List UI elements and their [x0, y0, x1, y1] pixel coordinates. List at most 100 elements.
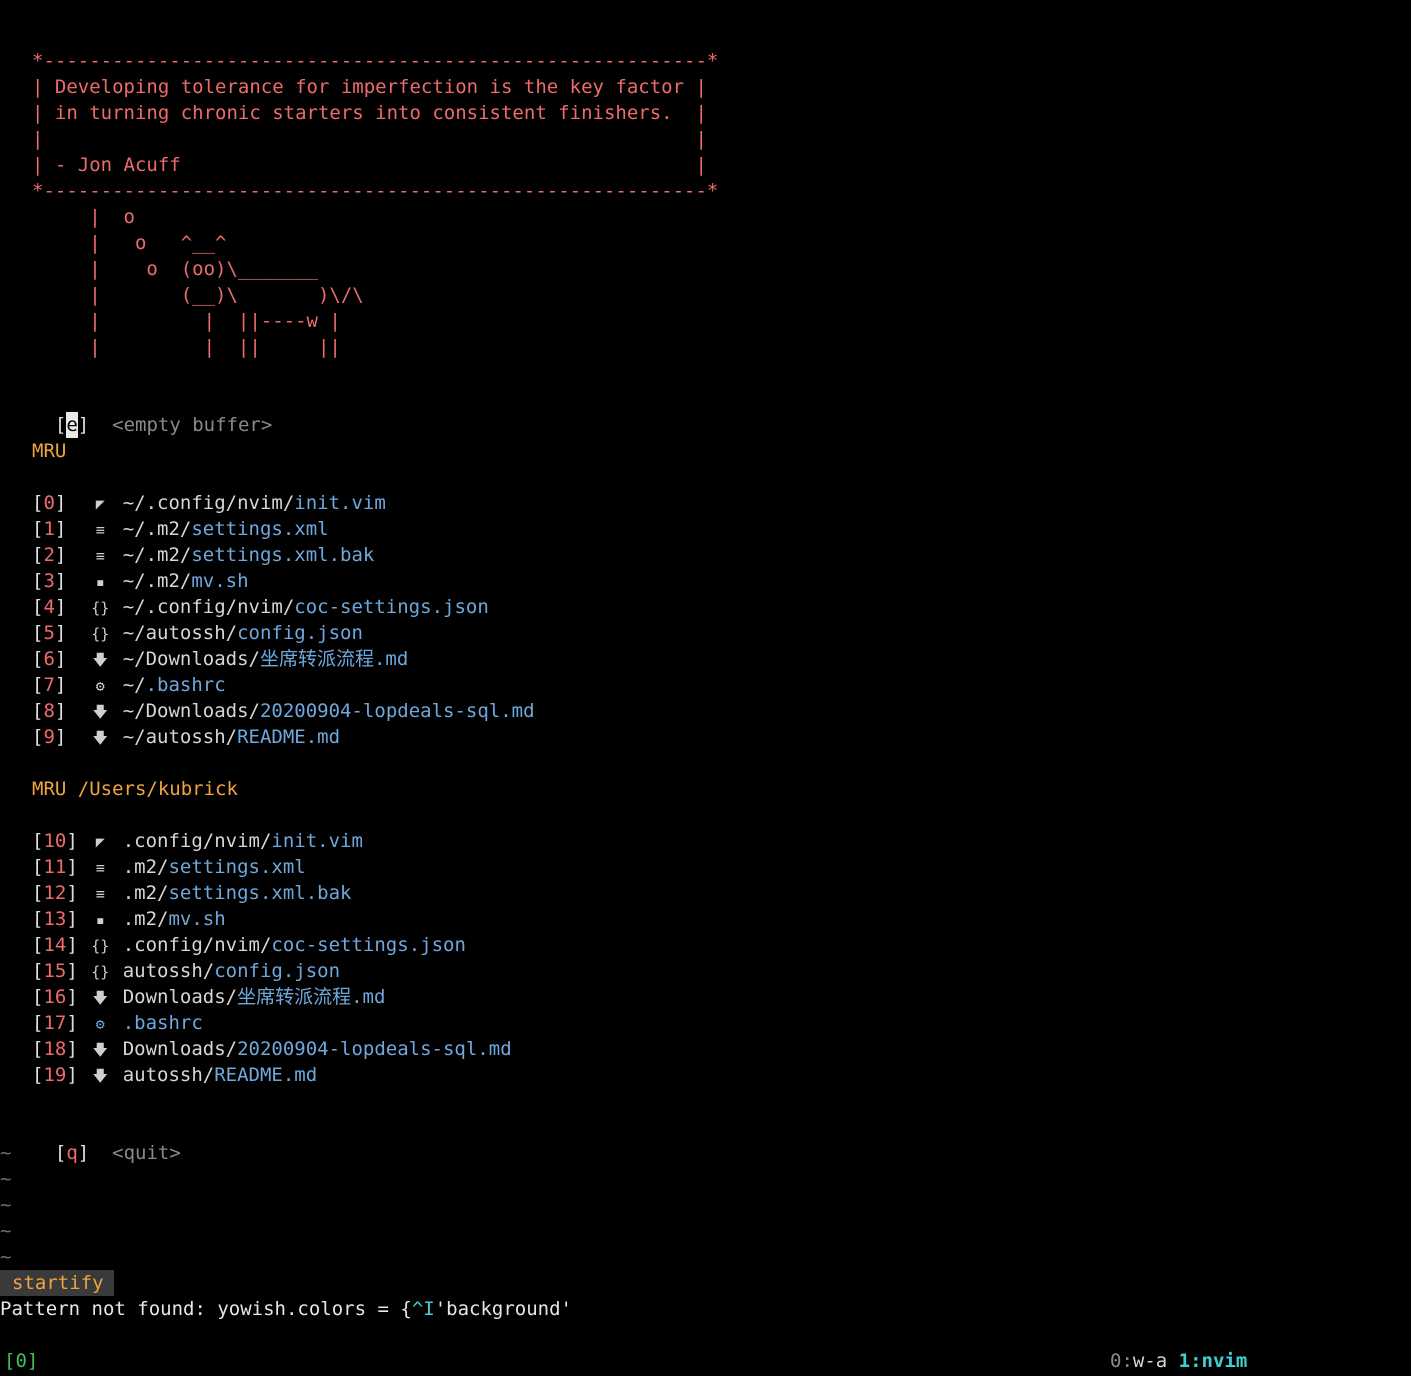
mru-entry[interactable]: [17] ⚙ .bashrc	[32, 1010, 203, 1036]
mru-entry-dir: .m2/	[122, 908, 169, 930]
tmux-window-1-active[interactable]: 1:nvim	[1179, 1350, 1248, 1372]
mru-entry-index: 18	[43, 1038, 67, 1060]
mru-entry[interactable]: [15] {} autossh/config.json	[32, 958, 340, 984]
mru-entry-filename: 20200904-lopdeals-sql.md	[237, 1038, 512, 1060]
empty-line-tilde: ~	[0, 1168, 12, 1190]
mru-entry-filename: settings.xml	[191, 518, 329, 540]
cowsay-line: | o	[32, 206, 135, 228]
mru-entry-filename: settings.xml.bak	[191, 544, 375, 566]
mru-entry[interactable]: [5] {} ~/autossh/config.json	[32, 620, 363, 646]
mru-entry-dir: ~/Downloads/	[122, 648, 260, 670]
mru-entry[interactable]: [13] ▪ .m2/mv.sh	[32, 906, 226, 932]
mru-entry-index: 2	[43, 544, 55, 566]
mru-entry[interactable]: [12] ≡ .m2/settings.xml.bak	[32, 880, 352, 906]
cowsay-line: | o (oo)\_______	[32, 258, 318, 280]
mru-entry-dir: Downloads/	[122, 1038, 238, 1060]
tmux-window-0-index[interactable]: 0:	[1110, 1350, 1133, 1372]
mru-entry-index: 9	[43, 726, 55, 748]
mru-entry[interactable]: [8] 🡇 ~/Downloads/20200904-lopdeals-sql.…	[32, 698, 535, 724]
mru-entry[interactable]: [11] ≡ .m2/settings.xml	[32, 854, 306, 880]
braces-icon: {}	[91, 963, 110, 981]
quote-line: | in turning chronic starters into consi…	[32, 102, 707, 124]
message-suffix: 'background'	[434, 1298, 572, 1320]
markdown-arrow-icon: 🡇	[92, 651, 108, 669]
mru-entry[interactable]: [19] 🡇 autossh/README.md	[32, 1062, 317, 1088]
mru-entry-index: 6	[43, 648, 55, 670]
command-message: Pattern not found: yowish.colors = {^I'b…	[0, 1296, 572, 1322]
quote-author: | - Jon Acuff |	[32, 154, 707, 176]
markdown-arrow-icon: 🡇	[92, 703, 108, 721]
gear-icon: ⚙	[95, 677, 105, 695]
tmux-status-bar: [0] 0:w-a 1:nvim	[0, 1348, 1411, 1374]
empty-line-tilde: ~	[0, 1194, 12, 1216]
mru-entry-index: 0	[43, 492, 55, 514]
mru-entry-dir: autossh/	[122, 960, 215, 982]
vim-icon: ◤	[95, 495, 105, 513]
mru-entry-dir: ~/.m2/	[122, 544, 192, 566]
quote-border-top: *---------------------------------------…	[32, 50, 719, 72]
empty-buffer-label: <empty buffer>	[112, 414, 273, 436]
mru-entry-index: 17	[43, 1012, 67, 1034]
mru-dir-header: MRU /Users/kubrick	[32, 778, 238, 800]
mru-entry[interactable]: [10] ◤ .config/nvim/init.vim	[32, 828, 363, 854]
quit-key: q	[66, 1142, 78, 1164]
mru-entry[interactable]: [18] 🡇 Downloads/20200904-lopdeals-sql.m…	[32, 1036, 512, 1062]
mru-entry-index: 7	[43, 674, 55, 696]
empty-buffer-entry[interactable]: [e] <empty buffer>	[32, 386, 272, 438]
braces-icon: {}	[91, 625, 110, 643]
mru-entry[interactable]: [1] ≡ ~/.m2/settings.xml	[32, 516, 329, 542]
mru-entry[interactable]: [3] ▪ ~/.m2/mv.sh	[32, 568, 249, 594]
tmux-window-0-name[interactable]: w-a	[1133, 1350, 1167, 1372]
cowsay-line: | | ||----w |	[32, 310, 341, 332]
file-lines-icon: ≡	[95, 521, 105, 539]
mru-header: MRU	[32, 440, 67, 462]
mru-entry-dir: ~/.config/nvim/	[122, 492, 295, 514]
mru-entry-filename: config.json	[237, 622, 363, 644]
mru-entry-filename: settings.xml.bak	[168, 882, 352, 904]
mru-entry-index: 8	[43, 700, 55, 722]
braces-icon: {}	[91, 599, 110, 617]
markdown-arrow-icon: 🡇	[92, 729, 108, 747]
mru-entry[interactable]: [16] 🡇 Downloads/坐席转派流程.md	[32, 984, 385, 1010]
mru-entry-filename: README.md	[237, 726, 341, 748]
file-lines-icon: ≡	[95, 859, 105, 877]
mru-entry-index: 1	[43, 518, 55, 540]
quote-line: | Developing tolerance for imperfection …	[32, 76, 707, 98]
mru-entry[interactable]: [6] 🡇 ~/Downloads/坐席转派流程.md	[32, 646, 408, 672]
mru-entry[interactable]: [0] ◤ ~/.config/nvim/init.vim	[32, 490, 386, 516]
mru-entry-index: 3	[43, 570, 55, 592]
mru-entry[interactable]: [4] {} ~/.config/nvim/coc-settings.json	[32, 594, 489, 620]
mru-entry[interactable]: [14] {} .config/nvim/coc-settings.json	[32, 932, 466, 958]
mru-entry[interactable]: [9] 🡇 ~/autossh/README.md	[32, 724, 340, 750]
cowsay-line: | (__)\ )\/\	[32, 284, 364, 306]
mru-entry-filename: coc-settings.json	[271, 934, 466, 956]
cowsay-line: | | || ||	[32, 336, 341, 358]
mru-entry[interactable]: [7] ⚙ ~/.bashrc	[32, 672, 226, 698]
mru-entry-filename: mv.sh	[168, 908, 226, 930]
mru-entry-filename: init.vim	[294, 492, 386, 514]
mru-entry-filename: .bashrc	[145, 674, 226, 696]
mru-entry-filename: coc-settings.json	[294, 596, 489, 618]
mru-entry-filename: 坐席转派流程.md	[259, 648, 409, 670]
mru-entry-dir: .m2/	[122, 882, 169, 904]
file-lines-icon: ≡	[95, 547, 105, 565]
cowsay-line: | o ^__^	[32, 232, 227, 254]
mru-entry-dir: .config/nvim/	[122, 934, 272, 956]
file-lines-icon: ≡	[95, 885, 105, 903]
quit-entry[interactable]: [q] <quit>	[32, 1114, 181, 1164]
mru-entry[interactable]: [2] ≡ ~/.m2/settings.xml.bak	[32, 542, 374, 568]
mru-entry-dir: autossh/	[122, 1064, 215, 1086]
mru-entry-filename: .bashrc	[122, 1012, 203, 1034]
empty-line-tilde: ~	[0, 1220, 12, 1242]
message-prefix: Pattern not found: yowish.colors = {	[0, 1298, 412, 1320]
mru-entry-dir: ~/autossh/	[122, 726, 238, 748]
tmux-session[interactable]: [0]	[4, 1348, 38, 1374]
mru-entry-index: 15	[43, 960, 67, 982]
mru-entry-filename: 20200904-lopdeals-sql.md	[259, 700, 535, 722]
mru-entry-filename: README.md	[214, 1064, 318, 1086]
mru-entry-dir: ~/	[122, 674, 146, 696]
mru-entry-dir: ~/.m2/	[122, 518, 192, 540]
quote-border-bottom: *---------------------------------------…	[32, 180, 719, 202]
gear-icon: ⚙	[95, 1015, 105, 1033]
mru-entry-index: 4	[43, 596, 55, 618]
